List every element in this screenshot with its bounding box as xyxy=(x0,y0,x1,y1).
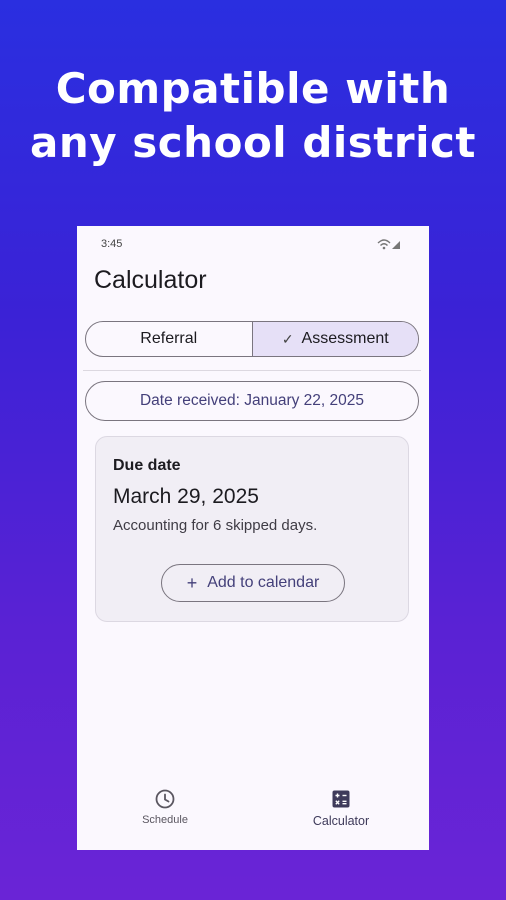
status-icons xyxy=(377,239,400,250)
nav-item-calculator[interactable]: Calculator xyxy=(253,780,429,850)
clock-icon xyxy=(155,789,175,809)
skipped-days-note: Accounting for 6 skipped days. xyxy=(113,517,318,534)
headline-line-1: Compatible with xyxy=(55,64,451,113)
segment-referral[interactable]: Referral xyxy=(86,322,252,356)
status-time: 3:45 xyxy=(101,238,123,250)
bottom-navigation: Schedule Calculator xyxy=(77,780,429,850)
add-to-calendar-label: Add to calendar xyxy=(207,574,320,591)
nav-label-calculator: Calculator xyxy=(312,814,370,828)
segment-assessment-label: Assessment xyxy=(301,330,389,347)
add-to-calendar-button[interactable]: + Add to calendar xyxy=(161,564,345,602)
calculator-icon xyxy=(332,790,350,808)
signal-icon xyxy=(392,241,400,249)
nav-label-schedule: Schedule xyxy=(142,814,188,826)
check-icon: ✓ xyxy=(281,330,294,347)
promo-headline: Compatible with any school district xyxy=(0,62,506,170)
nav-item-schedule[interactable]: Schedule xyxy=(77,780,253,850)
headline-line-2: any school district xyxy=(30,118,476,167)
due-date-value: March 29, 2025 xyxy=(113,485,259,508)
date-received-button[interactable]: Date received: January 22, 2025 xyxy=(85,381,419,421)
wifi-icon xyxy=(377,239,391,250)
segment-assessment[interactable]: ✓ Assessment xyxy=(251,322,418,356)
plus-icon: + xyxy=(186,573,198,593)
page-title: Calculator xyxy=(94,266,207,294)
divider xyxy=(83,370,421,371)
due-date-label: Due date xyxy=(113,457,181,474)
due-date-card: Due date March 29, 2025 Accounting for 6… xyxy=(95,436,409,622)
mode-segmented-control: Referral ✓ Assessment xyxy=(85,321,419,357)
segment-referral-label: Referral xyxy=(140,330,198,347)
phone-screen: 3:45 Calculator Referral ✓ Assessment Da… xyxy=(77,226,429,850)
date-received-label: Date received: January 22, 2025 xyxy=(139,392,365,409)
